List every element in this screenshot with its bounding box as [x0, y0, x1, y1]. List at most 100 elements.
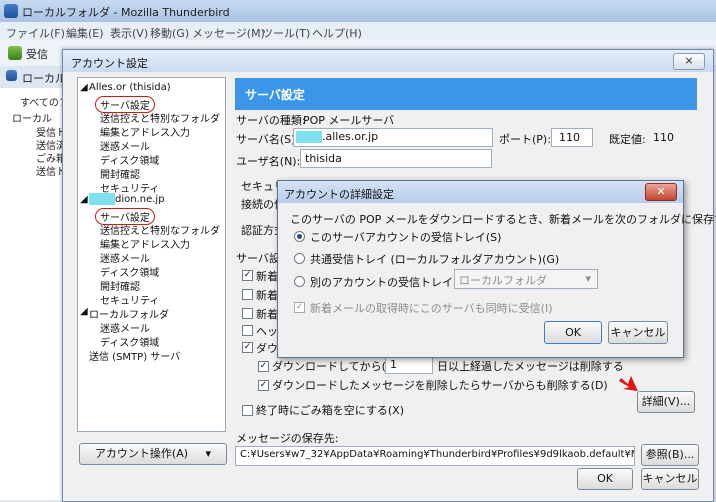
store-path-field[interactable]: C:¥Users¥w7_32¥AppData¥Roaming¥Thunderbi… — [235, 446, 635, 466]
tree-local-folders[interactable]: ローカルフォルダ — [89, 306, 169, 321]
server-type-value: POP メールサーバ — [303, 114, 395, 127]
delete-from-server-label: ダウンロードしたメッセージを削除したらサーバからも削除する(D) — [272, 379, 608, 392]
account-settings-title-bar: アカウント設定 ⨯ — [63, 50, 713, 72]
menu-go[interactable]: 移動(G) — [150, 25, 189, 41]
detail-cancel-button[interactable]: キャンセル — [608, 321, 668, 344]
menu-view[interactable]: 表示(V) — [110, 25, 148, 41]
dropdown-arrow-icon: ▾ — [205, 447, 212, 460]
tree-item[interactable]: 開封確認 — [100, 278, 140, 293]
menu-help[interactable]: ヘルプ(H) — [312, 25, 362, 41]
tree-item[interactable]: 迷惑メール — [100, 138, 150, 153]
server-type-label: サーバの種類: — [236, 114, 306, 127]
redaction — [89, 193, 115, 205]
check-auto-download[interactable] — [242, 308, 253, 319]
account-tree: ◢ Alles.or (thisida) サーバ設定 送信控えと特別なフォルダ … — [77, 77, 226, 432]
server-name-field[interactable]: .alles.or.jp — [293, 128, 493, 147]
main-menubar: ファイル(F) 編集(E) 表示(V) 移動(G) メッセージ(M) ツール(T… — [0, 22, 716, 40]
port-label: ポート(P): — [499, 133, 551, 146]
also-get-mail-label: 新着メールの取得時にこのサーバも同時に受信(I) — [310, 302, 553, 315]
menu-message[interactable]: メッセージ(M) — [192, 25, 265, 41]
get-mail-button[interactable]: 受信 — [26, 46, 48, 62]
tree-item[interactable]: ディスク領域 — [100, 334, 159, 349]
radio-other-account-inbox[interactable] — [294, 276, 305, 287]
radio-global-inbox[interactable] — [294, 253, 305, 264]
tree-account-alles[interactable]: Alles.or (thisida) — [89, 82, 171, 93]
tree-expander-icon[interactable]: ◢ — [80, 194, 88, 205]
advanced-button[interactable]: 詳細(V)... — [637, 391, 695, 413]
leave-days-field[interactable]: 1 — [385, 356, 433, 374]
leave-days-suffix: 日以上経過したメッセージは削除する — [437, 360, 624, 373]
tree-item[interactable]: 迷惑メール — [100, 250, 150, 265]
empty-trash-label: 終了時にごみ箱を空にする(X) — [256, 404, 405, 417]
check-leave-on-server[interactable] — [242, 342, 253, 353]
advanced-settings-title: アカウントの詳細設定 — [284, 188, 394, 201]
main-tab-bar: ローカル — [0, 66, 70, 88]
detail-ok-button[interactable]: OK — [544, 321, 602, 344]
menu-tools[interactable]: ツール(T) — [262, 25, 310, 41]
username-label: ユーザ名(N): — [236, 155, 301, 168]
check-headers-only[interactable] — [242, 325, 253, 336]
folder-tab-icon — [6, 70, 17, 81]
server-name-label: サーバ名(S): — [236, 133, 300, 146]
tree-smtp[interactable]: 送信 (SMTP) サーバ — [89, 348, 180, 363]
tree-item[interactable]: 迷惑メール — [100, 320, 150, 335]
account-actions-button[interactable]: アカウント操作(A) ▾ — [79, 443, 227, 465]
tree-expander-icon[interactable]: ◢ — [80, 306, 88, 317]
check-empty-trash[interactable] — [242, 405, 253, 416]
server-settings-heading: サーバ設定 — [245, 88, 305, 102]
thunderbird-icon — [4, 4, 18, 18]
tree-item[interactable]: セキュリティ — [100, 292, 159, 307]
tree-item[interactable]: 編集とアドレス入力 — [100, 236, 190, 251]
advanced-settings-title-bar: アカウントの詳細設定 ✕ — [278, 181, 683, 203]
check-label: 新着 — [256, 308, 278, 321]
tree-item[interactable]: 開封確認 — [100, 166, 140, 181]
option-global-inbox[interactable]: 共通受信トレイ (ローカルフォルダアカウント)(G) — [310, 251, 559, 267]
close-icon[interactable]: ✕ — [645, 183, 677, 201]
check-label: ダウ — [256, 342, 278, 355]
redaction — [296, 131, 322, 143]
dropdown-arrow-icon: ▾ — [585, 272, 591, 285]
leave-days-label: ダウンロードしてから(O) — [272, 360, 399, 373]
check-label: 新着 — [256, 270, 278, 283]
ok-button[interactable]: OK — [577, 468, 633, 490]
store-location-label: メッセージの保存先: — [236, 432, 339, 445]
other-account-select[interactable]: ローカルフォルダ ▾ — [454, 269, 598, 289]
menu-file[interactable]: ファイル(F) — [6, 25, 65, 41]
check-also-get-mail[interactable] — [294, 302, 305, 313]
close-button[interactable]: ⨯ — [673, 53, 705, 70]
browse-button[interactable]: 参照(B)... — [641, 444, 699, 466]
check-delete-from-server[interactable] — [258, 380, 269, 391]
tree-expander-icon[interactable]: ◢ — [80, 82, 88, 93]
check-leave-days[interactable] — [258, 361, 269, 372]
tree-item[interactable]: 送信控えと特別なフォルダ — [100, 222, 220, 237]
folder-pane: すべてのフ ローカル 受信ト 送信済 ごみ箱 送信ト — [0, 88, 71, 500]
tree-account-dion[interactable]: dion.ne.jp — [89, 193, 165, 205]
server-settings-header: サーバ設定 — [235, 78, 697, 110]
folder-tab[interactable]: ローカル — [22, 70, 66, 86]
menu-edit[interactable]: 編集(E) — [66, 25, 104, 41]
advanced-description: このサーバの POP メールをダウンロードするとき、新着メールを次のフォルダに保… — [290, 213, 716, 226]
tree-item[interactable]: ディスク領域 — [100, 264, 159, 279]
check-label: ヘッ — [256, 325, 278, 338]
option-this-account-inbox[interactable]: このサーバアカウントの受信トレイ(S) — [310, 229, 501, 245]
check-label: 新着 — [256, 289, 278, 302]
tree-item[interactable]: ディスク領域 — [100, 152, 159, 167]
radio-this-account-inbox[interactable] — [294, 231, 305, 242]
main-window-title: ローカルフォルダ - Mozilla Thunderbird — [22, 6, 230, 19]
default-port-value: 110 — [653, 131, 674, 144]
cancel-button[interactable]: キャンセル — [641, 468, 699, 490]
tree-item[interactable]: 編集とアドレス入力 — [100, 124, 190, 139]
advanced-settings-dialog: アカウントの詳細設定 ✕ このサーバの POP メールをダウンロードするとき、新… — [277, 180, 716, 358]
folder-local[interactable]: ローカル — [12, 110, 52, 125]
account-actions-label: アカウント操作(A) — [94, 447, 189, 460]
port-spinner[interactable]: 110 — [551, 128, 593, 147]
username-field[interactable]: thisida — [300, 149, 492, 168]
check-new-mail-interval[interactable] — [242, 289, 253, 300]
option-other-account-inbox[interactable]: 別のアカウントの受信トレイ(D) — [310, 274, 470, 290]
main-title-bar: ローカルフォルダ - Mozilla Thunderbird — [0, 0, 716, 22]
check-new-mail-startup[interactable] — [242, 270, 253, 281]
account-settings-title: アカウント設定 — [71, 57, 148, 70]
tree-item[interactable]: 送信控えと特別なフォルダ — [100, 110, 220, 125]
get-mail-icon — [8, 46, 22, 60]
server-options-label: サーバ設 — [236, 252, 280, 265]
